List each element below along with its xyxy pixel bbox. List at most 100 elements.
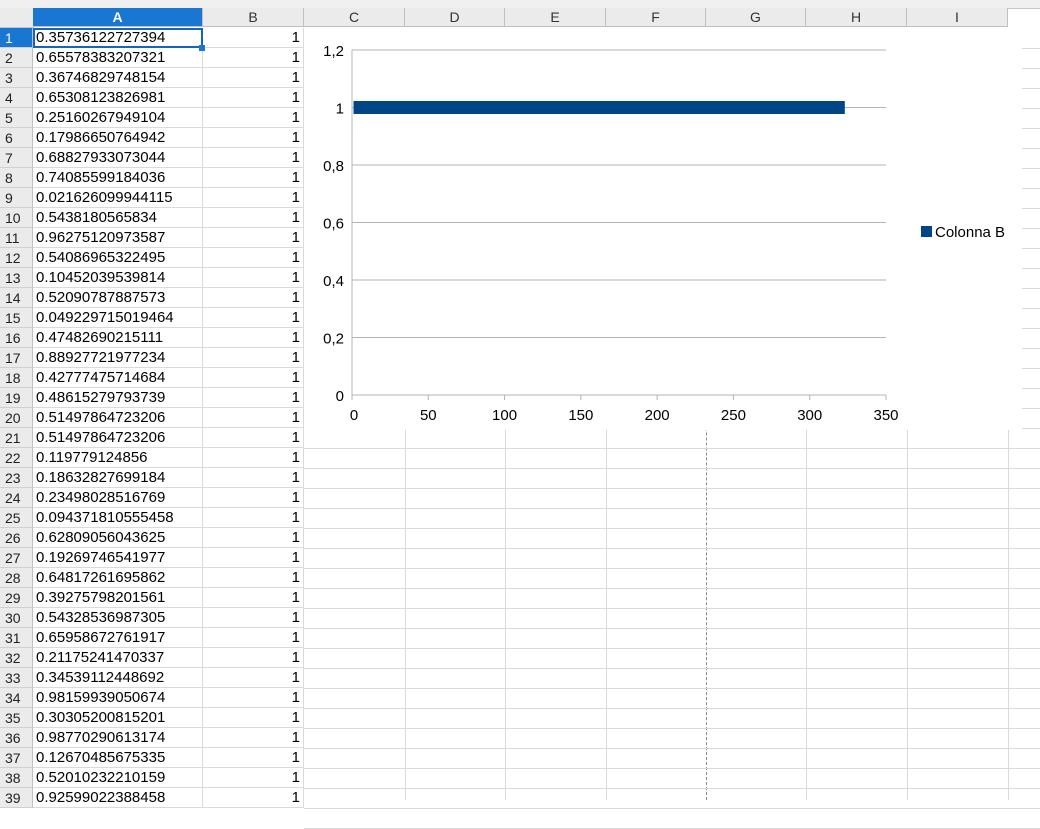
row-header[interactable]: 5 [0,108,33,128]
column-header-d[interactable]: D [405,8,505,27]
row-header[interactable]: 26 [0,528,33,548]
cell-a11[interactable]: 0.96275120973587 [33,228,203,248]
row-header[interactable]: 10 [0,208,33,228]
cell-a18[interactable]: 0.42777475714684 [33,368,203,388]
cell-b27[interactable]: 1 [203,548,304,568]
cell-a37[interactable]: 0.12670485675335 [33,748,203,768]
row-header[interactable]: 21 [0,428,33,448]
row-header[interactable]: 25 [0,508,33,528]
cell-b13[interactable]: 1 [203,268,304,288]
column-header-e[interactable]: E [505,8,606,27]
cell-b21[interactable]: 1 [203,428,304,448]
cell-b34[interactable]: 1 [203,688,304,708]
row-header[interactable]: 27 [0,548,33,568]
cell-a25[interactable]: 0.094371810555458 [33,508,203,528]
cell-a7[interactable]: 0.68827933073044 [33,148,203,168]
cell-a17[interactable]: 0.88927721977234 [33,348,203,368]
cell-a15[interactable]: 0.049229715019464 [33,308,203,328]
column-header-i[interactable]: I [907,8,1008,27]
cell-a10[interactable]: 0.5438180565834 [33,208,203,228]
column-header-b[interactable]: B [203,8,304,27]
cell-b28[interactable]: 1 [203,568,304,588]
row-header[interactable]: 23 [0,468,33,488]
row-header[interactable]: 35 [0,708,33,728]
cell-b30[interactable]: 1 [203,608,304,628]
cell-a35[interactable]: 0.30305200815201 [33,708,203,728]
row-header[interactable]: 4 [0,88,33,108]
row-header[interactable]: 11 [0,228,33,248]
cell-a29[interactable]: 0.39275798201561 [33,588,203,608]
column-header-a[interactable]: A [33,8,203,27]
cell-b18[interactable]: 1 [203,368,304,388]
row-header[interactable]: 1 [0,28,33,48]
cell-a32[interactable]: 0.21175241470337 [33,648,203,668]
row-header[interactable]: 3 [0,68,33,88]
cell-b20[interactable]: 1 [203,408,304,428]
cell-b2[interactable]: 1 [203,48,304,68]
cell-a38[interactable]: 0.52010232210159 [33,768,203,788]
row-header[interactable]: 29 [0,588,33,608]
row-header[interactable]: 32 [0,648,33,668]
cell-b38[interactable]: 1 [203,768,304,788]
cell-a6[interactable]: 0.17986650764942 [33,128,203,148]
row-header[interactable]: 6 [0,128,33,148]
row-header[interactable]: 7 [0,148,33,168]
column-header-g[interactable]: G [706,8,806,27]
cell-b19[interactable]: 1 [203,388,304,408]
cell-a23[interactable]: 0.18632827699184 [33,468,203,488]
cell-b10[interactable]: 1 [203,208,304,228]
row-header[interactable]: 19 [0,388,33,408]
cell-b3[interactable]: 1 [203,68,304,88]
cell-b37[interactable]: 1 [203,748,304,768]
cell-a24[interactable]: 0.23498028516769 [33,488,203,508]
row-header[interactable]: 14 [0,288,33,308]
cell-b5[interactable]: 1 [203,108,304,128]
cell-a28[interactable]: 0.64817261695862 [33,568,203,588]
cell-b11[interactable]: 1 [203,228,304,248]
cell-a27[interactable]: 0.19269746541977 [33,548,203,568]
row-header[interactable]: 9 [0,188,33,208]
row-header[interactable]: 37 [0,748,33,768]
select-all-corner[interactable] [0,8,34,28]
row-header[interactable]: 17 [0,348,33,368]
cell-b36[interactable]: 1 [203,728,304,748]
row-header[interactable]: 24 [0,488,33,508]
cell-b35[interactable]: 1 [203,708,304,728]
cell-b29[interactable]: 1 [203,588,304,608]
row-header[interactable]: 36 [0,728,33,748]
cell-b22[interactable]: 1 [203,448,304,468]
cell-a13[interactable]: 0.10452039539814 [33,268,203,288]
cell-b8[interactable]: 1 [203,168,304,188]
cell-a4[interactable]: 0.65308123826981 [33,88,203,108]
cell-b9[interactable]: 1 [203,188,304,208]
cell-b16[interactable]: 1 [203,328,304,348]
row-header[interactable]: 38 [0,768,33,788]
cell-a26[interactable]: 0.62809056043625 [33,528,203,548]
cell-a14[interactable]: 0.52090787887573 [33,288,203,308]
cell-a39[interactable]: 0.92599022388458 [33,788,203,808]
cell-a3[interactable]: 0.36746829748154 [33,68,203,88]
cell-a16[interactable]: 0.47482690215111 [33,328,203,348]
row-header[interactable]: 28 [0,568,33,588]
row-header[interactable]: 34 [0,688,33,708]
cell-a9[interactable]: 0.021626099944115 [33,188,203,208]
cell-b15[interactable]: 1 [203,308,304,328]
cell-a30[interactable]: 0.54328536987305 [33,608,203,628]
cell-b31[interactable]: 1 [203,628,304,648]
cell-b12[interactable]: 1 [203,248,304,268]
cell-a5[interactable]: 0.25160267949104 [33,108,203,128]
cell-a8[interactable]: 0.74085599184036 [33,168,203,188]
cell-a22[interactable]: 0.119779124856 [33,448,203,468]
cell-a21[interactable]: 0.51497864723206 [33,428,203,448]
row-header[interactable]: 15 [0,308,33,328]
row-header[interactable]: 16 [0,328,33,348]
cell-b6[interactable]: 1 [203,128,304,148]
cell-b24[interactable]: 1 [203,488,304,508]
row-header[interactable]: 33 [0,668,33,688]
cell-a2[interactable]: 0.65578383207321 [33,48,203,68]
row-header[interactable]: 22 [0,448,33,468]
row-header[interactable]: 13 [0,268,33,288]
row-header[interactable]: 18 [0,368,33,388]
cell-b25[interactable]: 1 [203,508,304,528]
cell-b23[interactable]: 1 [203,468,304,488]
